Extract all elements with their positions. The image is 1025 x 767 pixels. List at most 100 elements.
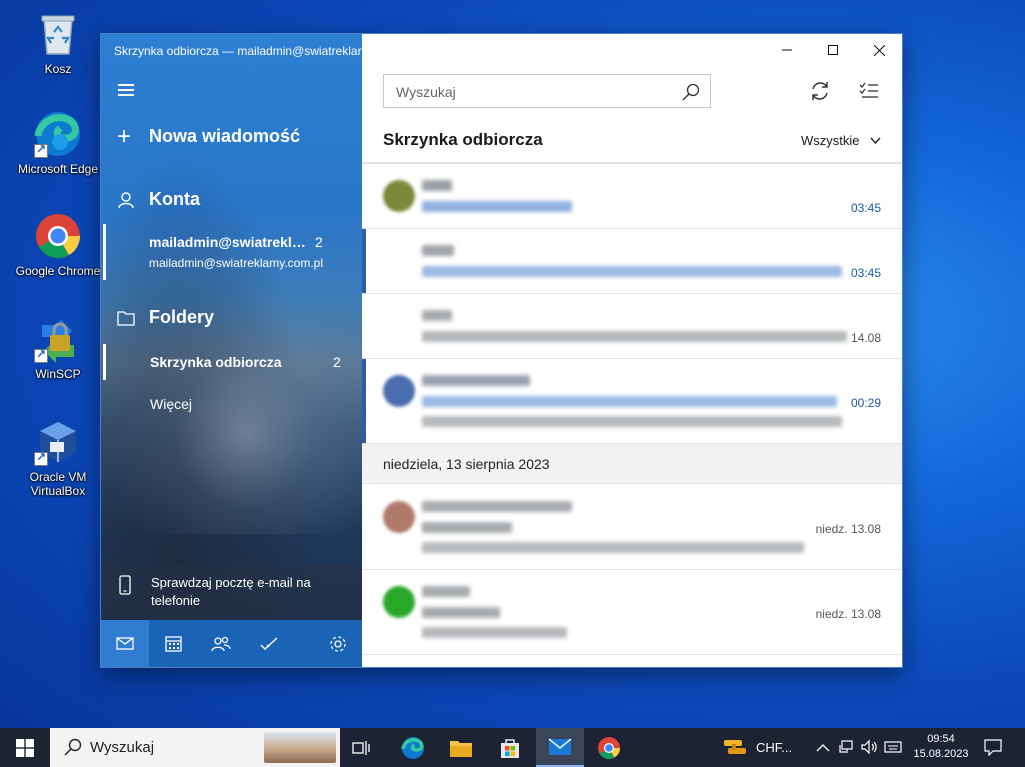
search-highlight-image: [264, 732, 336, 763]
phone-promo[interactable]: Sprawdzaj pocztę e-mail na telefonie: [101, 566, 362, 620]
blurred-subject: [422, 607, 500, 618]
clock[interactable]: 09:54 15.08.2023: [912, 732, 970, 762]
phone-promo-text: Sprawdzaj pocztę e-mail na telefonie: [151, 575, 311, 608]
folder-label: Skrzynka odbiorcza: [150, 354, 282, 370]
folder-item-inbox[interactable]: Skrzynka odbiorcza 2: [101, 342, 362, 382]
minimize-button[interactable]: [764, 34, 810, 66]
mail-icon: [116, 637, 134, 650]
search-icon[interactable]: [682, 83, 700, 106]
task-view-button[interactable]: [338, 728, 386, 767]
selection-indicator: [103, 224, 106, 280]
avatar: [383, 180, 415, 212]
message-item[interactable]: 00:29: [362, 359, 902, 444]
folder-icon: [117, 310, 149, 326]
desktop-icon-winscp[interactable]: WinSCP: [10, 315, 106, 381]
store-icon: [501, 738, 519, 758]
start-button[interactable]: [0, 728, 50, 767]
blurred-sender: [422, 586, 470, 597]
message-item[interactable]: niedz. 13.08: [362, 570, 902, 655]
task-view-icon: [352, 740, 370, 755]
search-icon: [64, 738, 82, 761]
maximize-icon: [828, 45, 838, 55]
account-item[interactable]: mailadmin@swiatreklamy.com.pl 2 mailadmi…: [101, 224, 362, 280]
taskbar-search[interactable]: Wyszukaj: [50, 728, 340, 767]
desktop-icon-label: Kosz: [44, 62, 72, 76]
calendar-nav-button[interactable]: [149, 620, 197, 667]
weather-icon[interactable]: [722, 736, 748, 763]
blurred-sender: [422, 180, 452, 191]
maximize-button[interactable]: [810, 34, 856, 66]
desktop-icon-virtualbox[interactable]: Oracle VM VirtualBox: [10, 418, 106, 498]
new-message-button[interactable]: + Nowa wiadomość: [117, 124, 301, 148]
todo-nav-button[interactable]: [245, 620, 293, 667]
mail-window: Skrzynka odbiorcza — mailadmin@swiatrekl…: [101, 34, 902, 667]
taskbar-store[interactable]: [486, 728, 534, 767]
search-input[interactable]: Wyszukaj: [383, 74, 711, 108]
keyboard-language-icon[interactable]: [884, 739, 902, 760]
selection-mode-button[interactable]: [858, 80, 882, 104]
message-item[interactable]: 14.08: [362, 294, 902, 359]
filter-label: Wszystkie: [801, 133, 860, 148]
folders-heading[interactable]: Foldery: [117, 307, 214, 328]
accounts-heading-label: Konta: [149, 189, 200, 209]
hamburger-menu-icon[interactable]: [118, 84, 134, 96]
desktop-icon-label: Microsoft Edge: [17, 162, 99, 176]
blurred-preview: [422, 627, 567, 638]
shortcut-arrow-icon: [34, 142, 48, 158]
shortcut-arrow-icon: [34, 450, 48, 466]
desktop-icon-edge[interactable]: Microsoft Edge: [10, 110, 106, 176]
weather-text[interactable]: CHF...: [756, 740, 792, 755]
message-item[interactable]: niedz. 13.08: [362, 485, 902, 570]
taskbar-mail[interactable]: [536, 728, 584, 767]
selection-indicator: [103, 344, 106, 380]
clock-time: 09:54: [927, 733, 955, 745]
recycle-bin-icon: [34, 10, 82, 58]
gear-icon: [330, 635, 346, 652]
new-message-label: Nowa wiadomość: [149, 126, 301, 146]
notifications-icon[interactable]: [984, 738, 1002, 761]
blurred-subject: [422, 201, 572, 212]
inbox-title: Skrzynka odbiorcza: [383, 130, 543, 149]
blurred-sender: [422, 375, 530, 386]
message-list-pane: Wyszukaj Skrzynka odbiorcza Wszystkie 03…: [362, 34, 902, 667]
desktop-icon-chrome[interactable]: Google Chrome: [10, 212, 106, 278]
filter-dropdown[interactable]: Wszystkie: [801, 133, 881, 148]
account-email: mailadmin@swiatreklamy.com.pl: [149, 256, 323, 270]
taskbar-edge[interactable]: [389, 728, 437, 767]
settings-nav-button[interactable]: [314, 620, 362, 667]
people-nav-button[interactable]: [197, 620, 245, 667]
blurred-preview: [422, 416, 842, 427]
sync-button[interactable]: [809, 80, 833, 104]
volume-icon[interactable]: [861, 739, 879, 760]
search-placeholder: Wyszukaj: [396, 84, 456, 100]
folders-heading-label: Foldery: [149, 307, 215, 327]
taskbar-file-explorer[interactable]: [437, 728, 485, 767]
mail-nav-button[interactable]: [101, 620, 149, 667]
avatar: [383, 586, 415, 618]
people-icon: [211, 636, 231, 651]
desktop-icon-label: Oracle VM VirtualBox: [29, 470, 87, 498]
edge-icon: [34, 110, 82, 158]
blurred-subject: [422, 396, 837, 407]
bottom-nav: [101, 620, 362, 667]
edge-icon: [401, 736, 424, 759]
desktop-icon-recycle-bin[interactable]: Kosz: [10, 10, 106, 76]
chevron-up-icon[interactable]: [816, 740, 830, 758]
mail-icon: [548, 737, 572, 755]
minimize-icon: [782, 49, 792, 51]
avatar: [383, 375, 415, 407]
close-button[interactable]: [856, 34, 902, 66]
checklist-icon: [859, 82, 878, 98]
accounts-heading[interactable]: Konta: [117, 189, 200, 210]
message-item[interactable]: 03:45: [362, 164, 902, 229]
date-separator: niedziela, 13 sierpnia 2023: [362, 444, 902, 484]
more-folders-link[interactable]: Więcej: [150, 396, 192, 412]
message-item[interactable]: 03:45: [362, 229, 902, 294]
taskbar-chrome[interactable]: [585, 728, 633, 767]
message-time: niedz. 13.08: [815, 522, 881, 536]
network-icon[interactable]: [838, 739, 854, 760]
winscp-icon: [34, 315, 82, 363]
phone-icon: [119, 575, 131, 600]
sync-icon: [812, 82, 828, 100]
message-time: 03:45: [850, 201, 881, 215]
